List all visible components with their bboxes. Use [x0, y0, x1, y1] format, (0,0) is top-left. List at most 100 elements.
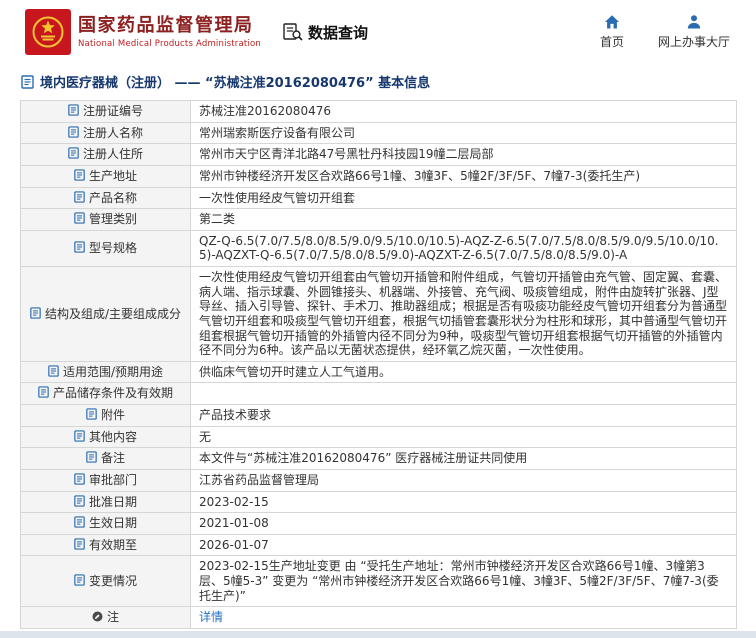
row-label: 生产地址 — [21, 165, 191, 187]
table-row: 批准日期2023-02-15 — [21, 491, 737, 513]
row-label: 有效期至 — [21, 534, 191, 556]
document-bullet-icon — [74, 169, 85, 181]
nav-home[interactable]: 首页 — [600, 14, 624, 50]
detail-link[interactable]: 详情 — [199, 610, 223, 624]
row-label: 结构及组成/主要组成成分 — [21, 267, 191, 362]
row-label: 管理类别 — [21, 209, 191, 231]
page-title-text: 境内医疗器械（注册） —— “苏械注准20162080476” 基本信息 — [40, 72, 430, 91]
row-value: 供临床气管切开时建立人工气道用。 — [191, 361, 737, 383]
row-label-text: 其他内容 — [89, 430, 137, 444]
table-row: 产品名称 一次性使用经皮气管切开组套 — [21, 187, 737, 209]
row-value: 产品技术要求 — [191, 405, 737, 427]
table-row: 结构及组成/主要组成成分一次性使用经皮气管切开组套由气管切开插管和附件组成，气管… — [21, 267, 737, 362]
row-label-text: 适用范围/预期用途 — [63, 365, 163, 379]
note-icon — [92, 611, 103, 622]
row-label-text: 附件 — [101, 408, 125, 422]
row-value: 2021-01-08 — [191, 513, 737, 535]
row-value: 苏械注准20162080476 — [191, 101, 737, 123]
nav-online-service-hall[interactable]: 网上办事大厅 — [658, 14, 730, 50]
magnifier-document-icon — [283, 23, 303, 41]
table-row: 管理类别 第二类 — [21, 209, 737, 231]
table-row: 审批部门 江苏省药品监督管理局 — [21, 469, 737, 491]
table-row: 生效日期 2021-01-08 — [21, 513, 737, 535]
table-row: 有效期至 2026-01-07 — [21, 534, 737, 556]
document-bullet-icon — [68, 126, 79, 138]
document-bullet-icon — [68, 147, 79, 159]
row-label-text: 产品储存条件及有效期 — [53, 386, 173, 400]
document-bullet-icon — [86, 408, 97, 420]
document-bullet-icon — [74, 430, 85, 442]
row-label: 产品储存条件及有效期 — [21, 383, 191, 405]
row-label: 变更情况 — [21, 556, 191, 607]
row-value: 一次性使用经皮气管切开组套 — [191, 187, 737, 209]
document-bullet-icon — [74, 191, 85, 203]
document-bullet-icon — [74, 538, 85, 550]
row-label-text: 产品名称 — [89, 191, 137, 205]
data-query-label: 数据查询 — [308, 22, 368, 43]
row-value: 常州瑞索斯医疗设备有限公司 — [191, 122, 737, 144]
top-navigation: 首页 网上办事大厅 — [600, 14, 730, 50]
table-row: 备注本文件与“苏械注准20162080476” 医疗器械注册证共同使用 — [21, 448, 737, 470]
page: 国家药品监督管理局 National Medical Products Admi… — [0, 0, 756, 638]
document-bullet-icon — [30, 307, 41, 319]
registration-info-table: 注册证编号苏械注准20162080476 注册人名称常州瑞索斯医疗设备有限公司 … — [20, 100, 737, 629]
row-label-text: 审批部门 — [89, 473, 137, 487]
row-value: 2026-01-07 — [191, 534, 737, 556]
nav-home-label: 首页 — [600, 33, 624, 50]
footer-strip — [0, 631, 756, 638]
home-icon — [604, 14, 620, 30]
row-label: 审批部门 — [21, 469, 191, 491]
row-value — [191, 383, 737, 405]
row-label-text: 管理类别 — [89, 212, 137, 226]
row-label: 产品名称 — [21, 187, 191, 209]
document-icon — [21, 75, 34, 89]
row-value: 常州市钟楼经济开发区合欢路66号1幢、3幢3F、5幢2F/3F/5F、7幢7-3… — [191, 165, 737, 187]
document-bullet-icon — [48, 365, 59, 377]
row-label: 生效日期 — [21, 513, 191, 535]
row-label-text: 有效期至 — [89, 538, 137, 552]
row-value: 无 — [191, 426, 737, 448]
table-row: 其他内容 无 — [21, 426, 737, 448]
row-label-text: 生效日期 — [89, 516, 137, 530]
row-label-text: 注册人名称 — [83, 126, 143, 140]
row-label: 注册人住所 — [21, 144, 191, 166]
table-row: 变更情况 2023-02-15生产地址变更 由 “受托生产地址：常州市钟楼经济开发… — [21, 556, 737, 607]
document-bullet-icon — [68, 104, 79, 116]
row-label: 注 — [21, 607, 191, 629]
document-bullet-icon — [74, 495, 85, 507]
row-label-text: 变更情况 — [89, 574, 137, 588]
table-row: 注册人住所常州市天宁区青洋北路47号黑牡丹科技园19幢二层局部 — [21, 144, 737, 166]
row-value: 2023-02-15生产地址变更 由 “受托生产地址：常州市钟楼经济开发区合欢路… — [191, 556, 737, 607]
document-bullet-icon — [38, 386, 49, 398]
document-bullet-icon — [74, 574, 85, 586]
row-label: 注册人名称 — [21, 122, 191, 144]
site-header: 国家药品监督管理局 National Medical Products Admi… — [0, 0, 756, 62]
row-label-text: 生产地址 — [89, 169, 137, 183]
document-bullet-icon — [74, 473, 85, 485]
row-label-text: 批准日期 — [89, 495, 137, 509]
row-label-text: 注 — [107, 610, 119, 624]
table-row: 产品储存条件及有效期 — [21, 383, 737, 405]
row-label: 适用范围/预期用途 — [21, 361, 191, 383]
document-bullet-icon — [86, 451, 97, 463]
table-row: 附件 产品技术要求 — [21, 405, 737, 427]
table-row: 注册证编号 苏械注准20162080476 — [21, 101, 737, 123]
brand: 国家药品监督管理局 National Medical Products Admi… — [25, 9, 261, 55]
row-value: 江苏省药品监督管理局 — [191, 469, 737, 491]
page-title: 境内医疗器械（注册） —— “苏械注准20162080476” 基本信息 — [21, 72, 756, 91]
table-row: 注 详情 — [21, 607, 737, 629]
row-label-text: 注册证编号 — [83, 104, 143, 118]
agency-name-en: National Medical Products Administration — [78, 39, 261, 49]
row-label: 附件 — [21, 405, 191, 427]
row-value: 第二类 — [191, 209, 737, 231]
row-label: 批准日期 — [21, 491, 191, 513]
row-label: 型号规格 — [21, 230, 191, 266]
agency-name-cn: 国家药品监督管理局 — [78, 15, 261, 38]
info-table-body: 注册证编号苏械注准20162080476 注册人名称常州瑞索斯医疗设备有限公司 … — [21, 101, 737, 629]
table-row: 注册人名称 常州瑞索斯医疗设备有限公司 — [21, 122, 737, 144]
document-bullet-icon — [74, 241, 85, 253]
row-label: 注册证编号 — [21, 101, 191, 123]
row-label-text: 型号规格 — [89, 241, 137, 255]
row-value: 详情 — [191, 607, 737, 629]
table-row: 生产地址 常州市钟楼经济开发区合欢路66号1幢、3幢3F、5幢2F/3F/5F、7… — [21, 165, 737, 187]
